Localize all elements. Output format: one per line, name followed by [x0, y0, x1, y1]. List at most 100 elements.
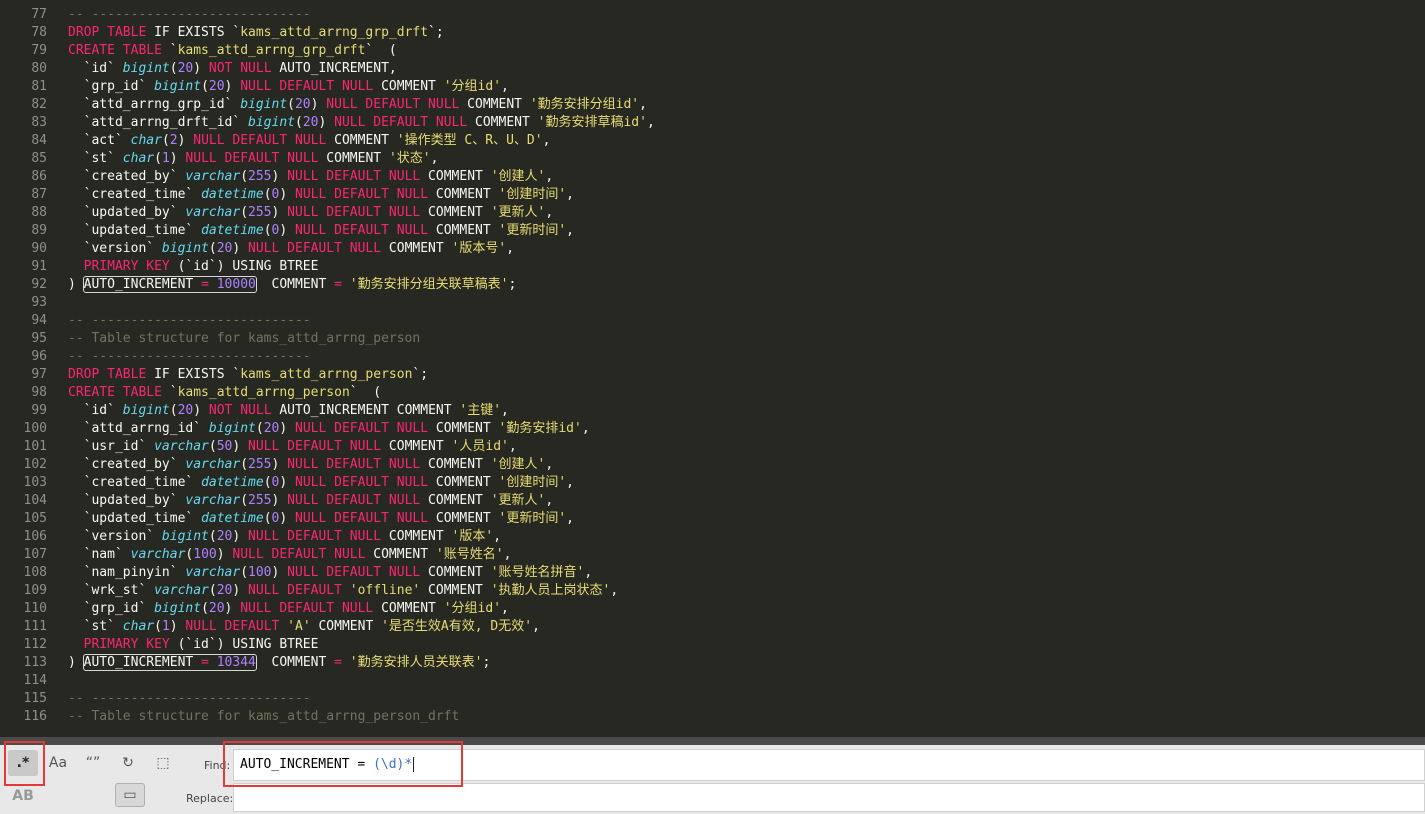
code-line[interactable]: 110 `grp_id` bigint(20) NULL DEFAULT NUL… [0, 600, 1425, 618]
line-number: 80 [31, 61, 47, 76]
code-line[interactable]: 104 `updated_by` varchar(255) NULL DEFAU… [0, 492, 1425, 510]
code-line[interactable]: 78 DROP TABLE IF EXISTS `kams_attd_arrng_… [0, 24, 1425, 42]
code-token: '版本' [451, 529, 494, 544]
code-line[interactable]: 77 -- ---------------------------- [0, 6, 1425, 24]
code-line[interactable]: 85 `st` char(1) NULL DEFAULT NULL COMMEN… [0, 150, 1425, 168]
code-line[interactable]: 115 -- ---------------------------- [0, 690, 1425, 708]
code-text: `id` bigint(20) NOT NULL AUTO_INCREMENT, [68, 60, 397, 78]
code-token: `; [428, 25, 444, 40]
code-line[interactable]: 114 [0, 672, 1425, 690]
code-line[interactable]: 83 `attd_arrng_drft_id` bigint(20) NULL … [0, 114, 1425, 132]
code-token: `id` [68, 403, 123, 418]
code-token: 20 [177, 403, 194, 418]
line-number: 105 [23, 511, 47, 526]
code-token: `attd_arrng_grp_id` [68, 97, 241, 112]
code-token: '版本号' [451, 241, 507, 256]
code-token: ; [482, 655, 491, 670]
code-line[interactable]: 111 `st` char(1) NULL DEFAULT 'A' COMMEN… [0, 618, 1425, 636]
code-text: `attd_arrng_grp_id` bigint(20) NULL DEFA… [68, 96, 647, 114]
code-token: , [584, 565, 593, 580]
code-token: AUTO_INCREMENT [83, 655, 202, 670]
code-line[interactable]: 116 -- Table structure for kams_attd_arrn… [0, 708, 1425, 726]
code-line[interactable]: 112 PRIMARY KEY (`id`) USING BTREE [0, 636, 1425, 654]
code-line[interactable]: 96 -- ---------------------------- [0, 348, 1425, 366]
code-token: NULL DEFAULT [248, 583, 350, 598]
preserve-case-toggle-button[interactable]: AB [8, 783, 38, 809]
code-token: ) [169, 619, 186, 634]
code-token: ) [271, 565, 288, 580]
code-token: NULL DEFAULT NULL [248, 529, 382, 544]
code-text: `version` bigint(20) NULL DEFAULT NULL C… [68, 528, 501, 546]
code-line[interactable]: 81 `grp_id` bigint(20) NULL DEFAULT NULL… [0, 78, 1425, 96]
case-sensitive-toggle-button[interactable]: Aa [43, 750, 73, 776]
code-line[interactable]: 86 `created_by` varchar(255) NULL DEFAUL… [0, 168, 1425, 186]
code-line[interactable]: 82 `attd_arrng_grp_id` bigint(20) NULL D… [0, 96, 1425, 114]
code-token: 255 [248, 457, 272, 472]
code-line[interactable]: 79 CREATE TABLE `kams_attd_arrng_grp_drft… [0, 42, 1425, 60]
code-token: varchar [185, 493, 241, 508]
code-text: `nam_pinyin` varchar(100) NULL DEFAULT N… [68, 564, 593, 582]
code-line[interactable]: 101 `usr_id` varchar(50) NULL DEFAULT NU… [0, 438, 1425, 456]
line-number: 78 [31, 25, 47, 40]
code-text: DROP TABLE IF EXISTS `kams_attd_arrng_pe… [68, 366, 428, 384]
code-line[interactable]: 94 -- ---------------------------- [0, 312, 1425, 330]
code-line[interactable]: 84 `act` char(2) NULL DEFAULT NULL COMME… [0, 132, 1425, 150]
replace-input[interactable] [233, 783, 1425, 812]
code-line[interactable]: 97 DROP TABLE IF EXISTS `kams_attd_arrng_… [0, 366, 1425, 384]
code-line[interactable]: 103 `created_time` datetime(0) NULL DEFA… [0, 474, 1425, 492]
find-input[interactable]: AUTO_INCREMENT = (\d)* [233, 749, 1425, 781]
code-token: ( [208, 241, 217, 256]
code-line[interactable]: 89 `updated_time` datetime(0) NULL DEFAU… [0, 222, 1425, 240]
code-line[interactable]: 90 `version` bigint(20) NULL DEFAULT NUL… [0, 240, 1425, 258]
code-line[interactable]: 99 `id` bigint(20) NOT NULL AUTO_INCREME… [0, 402, 1425, 420]
code-text: PRIMARY KEY (`id`) USING BTREE [68, 636, 319, 654]
code-line[interactable]: 100 `attd_arrng_id` bigint(20) NULL DEFA… [0, 420, 1425, 438]
code-token: `created_time` [68, 475, 202, 490]
code-line[interactable]: 92) AUTO_INCREMENT = 10000 COMMENT = '勤务… [0, 276, 1425, 294]
whole-word-toggle-button[interactable]: “” [78, 750, 108, 776]
code-token: 20 [208, 79, 225, 94]
code-token: `nam_pinyin` [68, 565, 186, 580]
code-line[interactable]: 98 CREATE TABLE `kams_attd_arrng_person` … [0, 384, 1425, 402]
code-token: '勤务安排分组关联草稿表' [349, 277, 509, 292]
code-token: PRIMARY KEY [83, 259, 170, 274]
regex-toggle-button[interactable]: .* [8, 750, 38, 776]
code-line[interactable]: 113) AUTO_INCREMENT = 10344 COMMENT = '勤… [0, 654, 1425, 672]
code-line[interactable]: 102 `created_by` varchar(255) NULL DEFAU… [0, 456, 1425, 474]
code-line[interactable]: 108 `nam_pinyin` varchar(100) NULL DEFAU… [0, 564, 1425, 582]
code-line[interactable]: 80 `id` bigint(20) NOT NULL AUTO_INCREME… [0, 60, 1425, 78]
code-line[interactable]: 105 `updated_time` datetime(0) NULL DEFA… [0, 510, 1425, 528]
in-selection-toggle-button[interactable]: ⬚ [148, 750, 178, 776]
line-number: 115 [23, 691, 47, 706]
code-line[interactable]: 107 `nam` varchar(100) NULL DEFAULT NULL… [0, 546, 1425, 564]
code-token: datetime [201, 511, 264, 526]
code-line[interactable]: 109 `wrk_st` varchar(20) NULL DEFAULT 'o… [0, 582, 1425, 600]
code-token: ( [263, 223, 272, 238]
code-line[interactable]: 93 [0, 294, 1425, 312]
code-token: IF EXISTS [154, 25, 233, 40]
line-number: 109 [23, 583, 47, 598]
code-token: , [545, 457, 554, 472]
search-match-highlight: AUTO_INCREMENT = 10000 [82, 276, 257, 293]
code-line[interactable]: 87 `created_time` datetime(0) NULL DEFAU… [0, 186, 1425, 204]
code-token: (`id`) USING BTREE [169, 637, 319, 652]
panel-divider[interactable] [0, 737, 1425, 745]
code-editor[interactable]: 77 -- ---------------------------- 78 DROP … [0, 0, 1425, 737]
wrap-toggle-button[interactable]: ↻ [113, 750, 143, 776]
code-token: NULL DEFAULT [185, 619, 288, 634]
code-line[interactable]: 95 -- Table structure for kams_attd_arrng… [0, 330, 1425, 348]
code-line[interactable]: 91 PRIMARY KEY (`id`) USING BTREE [0, 258, 1425, 276]
code-token: bigint [122, 61, 170, 76]
code-token: `; [412, 367, 429, 382]
code-token: ( [263, 475, 272, 490]
highlight-matches-toggle-button[interactable]: ▭ [115, 783, 145, 807]
code-token: COMMENT [428, 421, 499, 436]
code-token: ) [177, 133, 194, 148]
line-number: 102 [23, 457, 47, 472]
code-line[interactable]: 106 `version` bigint(20) NULL DEFAULT NU… [0, 528, 1425, 546]
code-token: NULL DEFAULT NULL [240, 601, 374, 616]
code-line[interactable]: 88 `updated_by` varchar(255) NULL DEFAUL… [0, 204, 1425, 222]
code-token: kams_attd_arrng_grp_drft [177, 43, 366, 58]
code-text: `id` bigint(20) NOT NULL AUTO_INCREMENT … [68, 402, 509, 420]
